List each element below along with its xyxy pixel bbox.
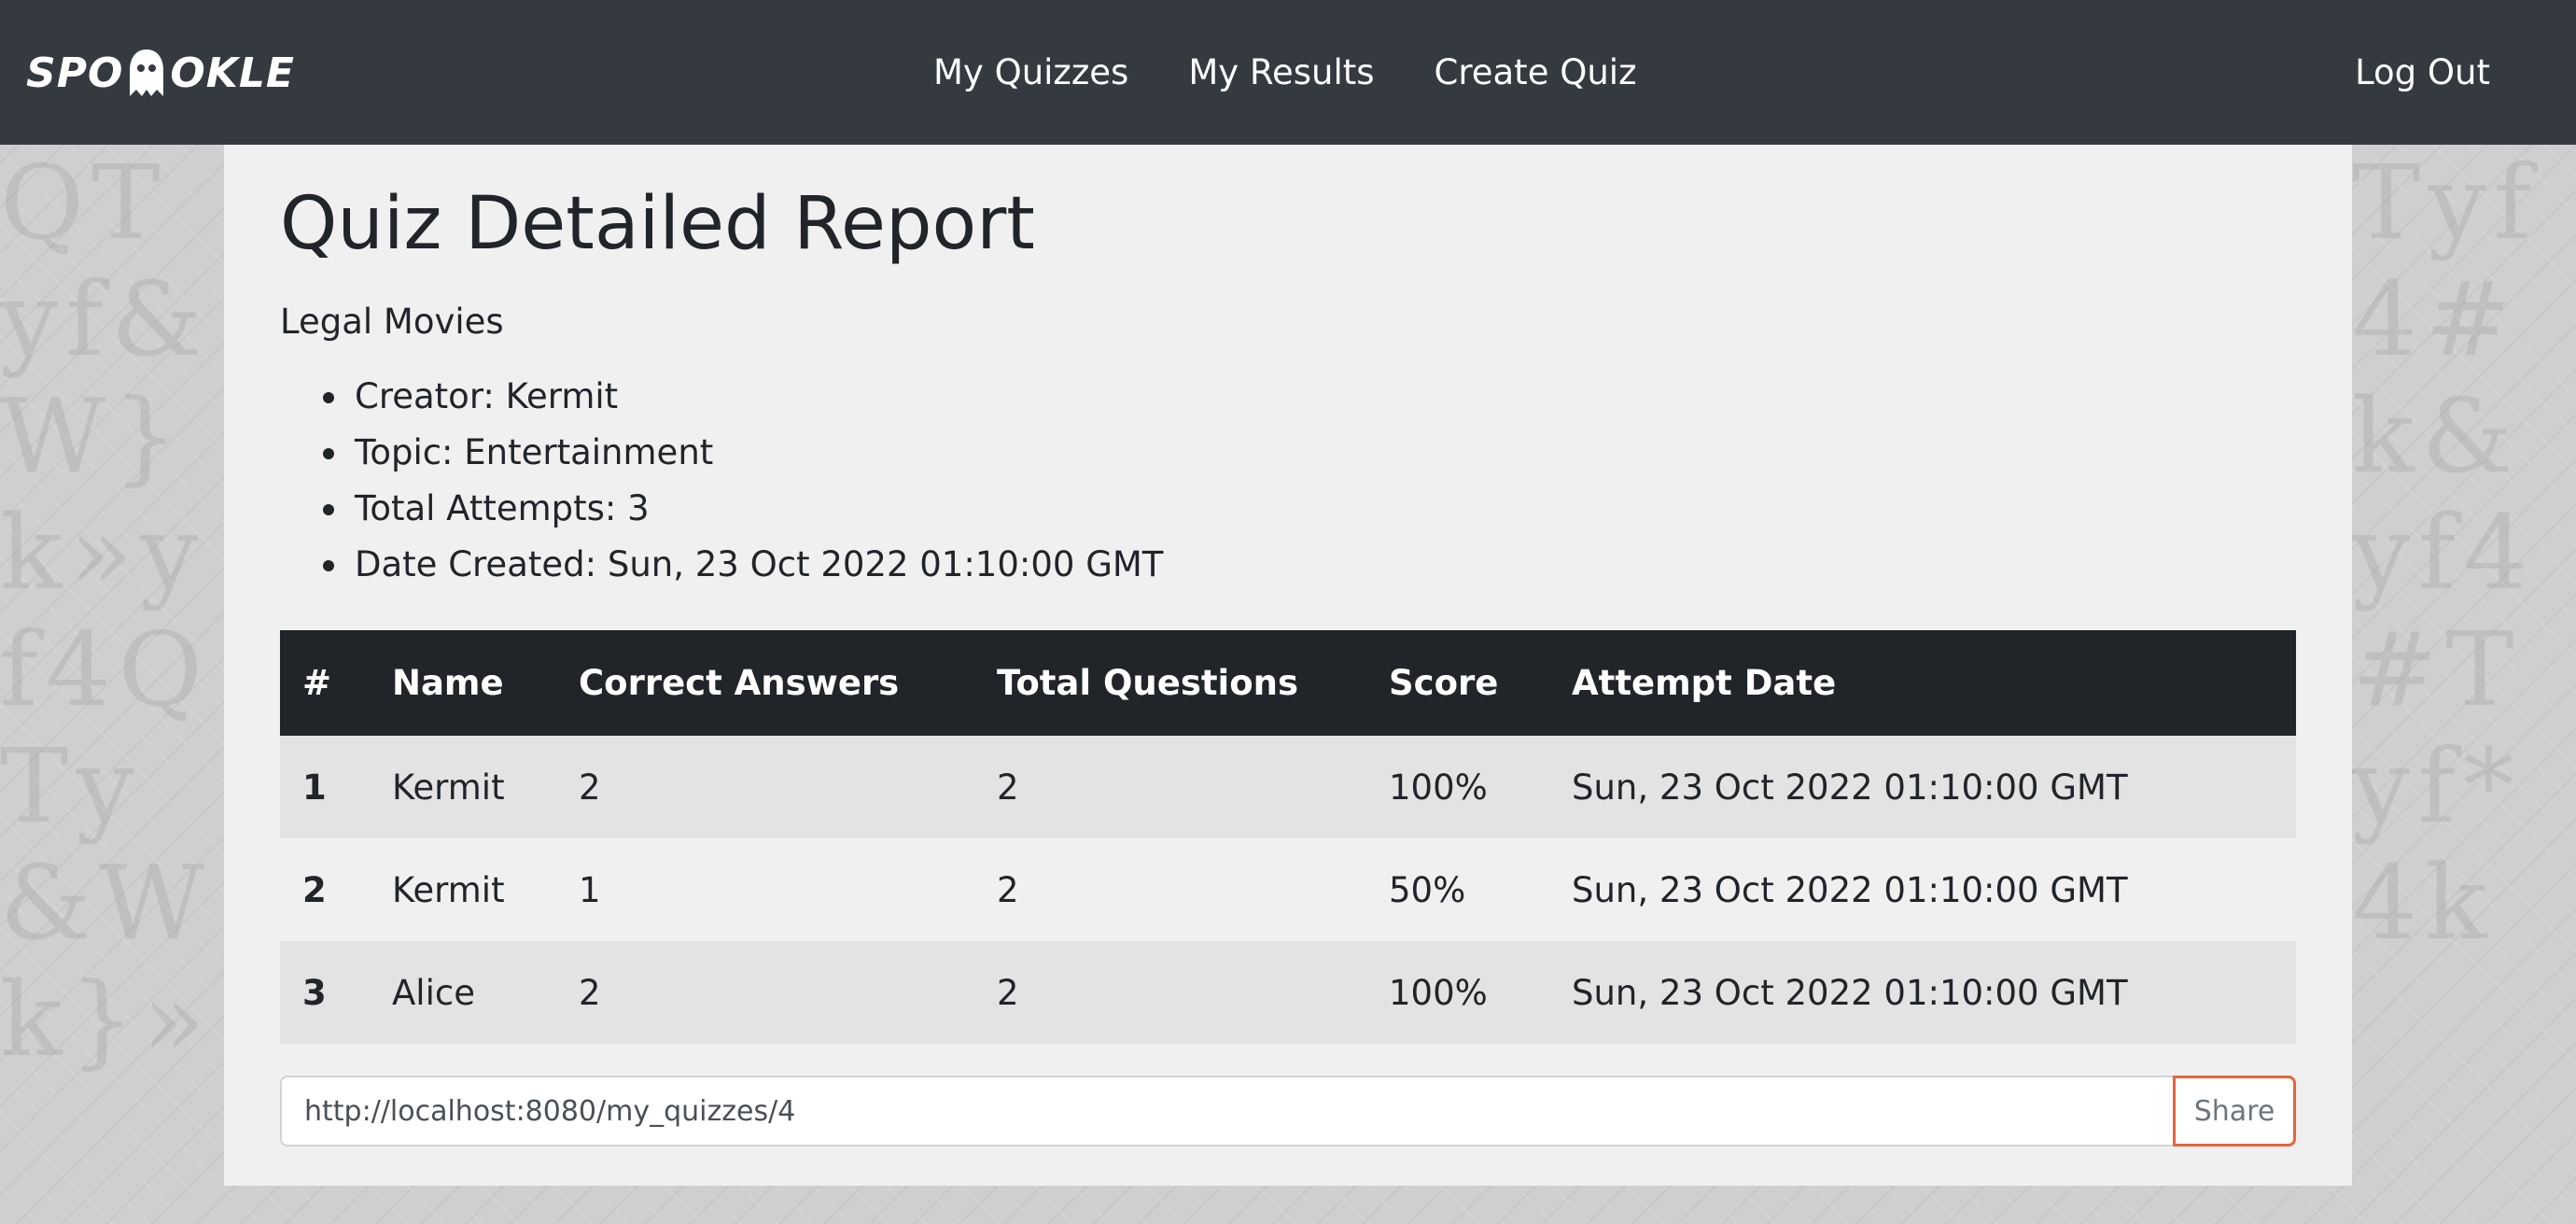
nav-my-quizzes[interactable]: My Quizzes (933, 52, 1128, 92)
share-url-input[interactable] (280, 1076, 2173, 1147)
nav-create-quiz[interactable]: Create Quiz (1435, 52, 1637, 92)
report-card: Quiz Detailed Report Legal Movies Creato… (224, 145, 2352, 1186)
cell-attempt-date: Sun, 23 Oct 2022 01:10:00 GMT (1572, 869, 2128, 910)
cell-total-questions: 2 (997, 972, 1019, 1013)
ghost-icon (130, 49, 164, 96)
logout-link[interactable]: Log Out (2355, 52, 2490, 92)
logout-container: Log Out (2355, 0, 2490, 145)
page-title: Quiz Detailed Report (280, 182, 1035, 266)
logo-text-right: OKLE (170, 49, 295, 97)
share-button[interactable]: Share (2173, 1076, 2296, 1147)
table-row: 1 Kermit 2 2 100% Sun, 23 Oct 2022 01:10… (280, 736, 2296, 838)
table-header-row: # Name Correct Answers Total Questions S… (280, 630, 2296, 736)
cell-number: 1 (302, 767, 327, 808)
header-attempt-date: Attempt Date (1572, 663, 1837, 703)
table-row: 3 Alice 2 2 100% Sun, 23 Oct 2022 01:10:… (280, 941, 2296, 1044)
cell-number: 3 (302, 972, 327, 1013)
background-pattern-left: QTyf&W}k»yf4QTy&Wk}» (0, 145, 213, 1079)
header-total-questions: Total Questions (997, 663, 1299, 703)
cell-score: 100% (1389, 767, 1488, 808)
share-row: Share (280, 1076, 2296, 1147)
cell-attempt-date: Sun, 23 Oct 2022 01:10:00 GMT (1572, 767, 2128, 808)
cell-name: Kermit (392, 869, 505, 910)
quiz-meta-list: Creator: Kermit Topic: Entertainment Tot… (280, 369, 1163, 593)
header-name: Name (392, 663, 504, 703)
meta-creator: Creator: Kermit (322, 369, 1163, 425)
cell-total-questions: 2 (997, 869, 1019, 910)
cell-correct-answers: 1 (579, 869, 601, 910)
attempts-table: # Name Correct Answers Total Questions S… (280, 630, 2296, 1044)
cell-name: Kermit (392, 767, 505, 808)
meta-total-attempts: Total Attempts: 3 (322, 481, 1163, 537)
cell-score: 50% (1389, 869, 1466, 910)
logo-text-left: SPO (26, 49, 124, 97)
table-row: 2 Kermit 1 2 50% Sun, 23 Oct 2022 01:10:… (280, 838, 2296, 941)
cell-score: 100% (1389, 972, 1488, 1013)
cell-attempt-date: Sun, 23 Oct 2022 01:10:00 GMT (1572, 972, 2128, 1013)
cell-correct-answers: 2 (579, 972, 601, 1013)
header-number: # (302, 663, 332, 703)
header-score: Score (1389, 663, 1499, 703)
cell-number: 2 (302, 869, 327, 910)
meta-date-created: Date Created: Sun, 23 Oct 2022 01:10:00 … (322, 537, 1163, 593)
nav-links: My Quizzes My Results Create Quiz (933, 0, 1637, 145)
logo[interactable]: SPO OKLE (26, 45, 295, 101)
quiz-name: Legal Movies (280, 302, 504, 342)
cell-correct-answers: 2 (579, 767, 601, 808)
cell-total-questions: 2 (997, 767, 1019, 808)
background-pattern-right: Tyf4#k&yf4#Tyf*4k (2352, 145, 2540, 963)
header-correct-answers: Correct Answers (579, 663, 900, 703)
navbar: SPO OKLE My Quizzes My Results Create Qu… (0, 0, 2576, 145)
nav-my-results[interactable]: My Results (1188, 52, 1374, 92)
cell-name: Alice (392, 972, 475, 1013)
meta-topic: Topic: Entertainment (322, 425, 1163, 481)
